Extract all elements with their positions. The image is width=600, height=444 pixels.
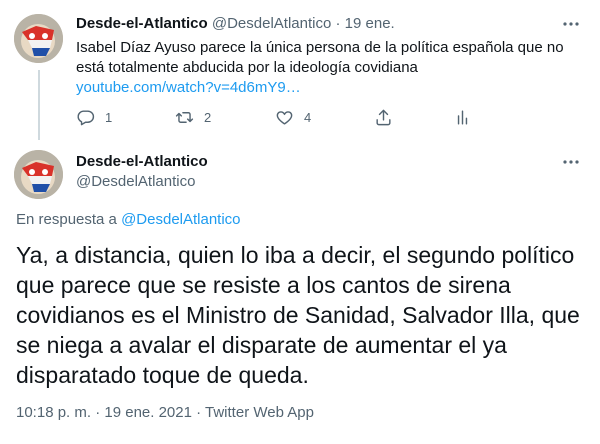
reply-prefix: En respuesta a [16, 211, 117, 228]
tweet-date[interactable]: 19 ene. [345, 15, 395, 32]
parent-tweet[interactable]: Desde-el-Atlantico @DesdelAtlantico · 19… [0, 0, 600, 140]
more-horizontal-icon[interactable] [560, 152, 582, 172]
main-tweet: Desde-el-Atlantico @DesdelAtlantico En r… [0, 140, 600, 444]
avatar-image [14, 150, 63, 199]
analytics-button[interactable] [453, 106, 472, 128]
reply-bubble-icon [77, 109, 95, 125]
thread-connector-line [38, 70, 40, 140]
tweet-text: Ya, a distancia, quien lo iba a decir, e… [16, 242, 580, 388]
retweet-button[interactable]: 2 [175, 106, 211, 128]
parent-tweet-header: Desde-el-Atlantico @DesdelAtlantico · 19… [76, 14, 395, 34]
separator-dot: · [335, 15, 341, 32]
handle[interactable]: @DesdelAtlantico [212, 15, 331, 32]
retweet-icon [175, 111, 194, 123]
tweet-link[interactable]: youtube.com/watch?v=4d6mY9… [76, 78, 301, 98]
like-button[interactable]: 4 [275, 106, 311, 128]
heart-icon [276, 110, 293, 125]
more-horizontal-icon[interactable] [560, 14, 582, 34]
share-icon [376, 109, 391, 125]
analytics-bars-icon [457, 109, 468, 125]
display-name[interactable]: Desde-el-Atlantico [76, 15, 208, 32]
retweet-count: 2 [204, 109, 212, 125]
tweet-text: Isabel Díaz Ayuso parece la única person… [76, 39, 564, 76]
like-count: 4 [304, 109, 312, 125]
reply-button[interactable]: 1 [76, 106, 112, 128]
avatar[interactable] [14, 14, 63, 63]
display-name[interactable]: Desde-el-Atlantico [76, 152, 208, 172]
tweet-timestamp[interactable]: 10:18 p. m. · 19 ene. 2021 · Twitter Web… [16, 403, 314, 423]
reply-to-handle[interactable]: @DesdelAtlantico [121, 211, 240, 228]
reply-context: En respuesta a @DesdelAtlantico [16, 210, 241, 230]
tweet-actions: 1 2 4 [76, 106, 496, 128]
share-button[interactable] [374, 106, 393, 128]
avatar-image [14, 14, 63, 63]
reply-count: 1 [105, 109, 113, 125]
handle[interactable]: @DesdelAtlantico [76, 172, 195, 192]
avatar[interactable] [14, 150, 63, 199]
